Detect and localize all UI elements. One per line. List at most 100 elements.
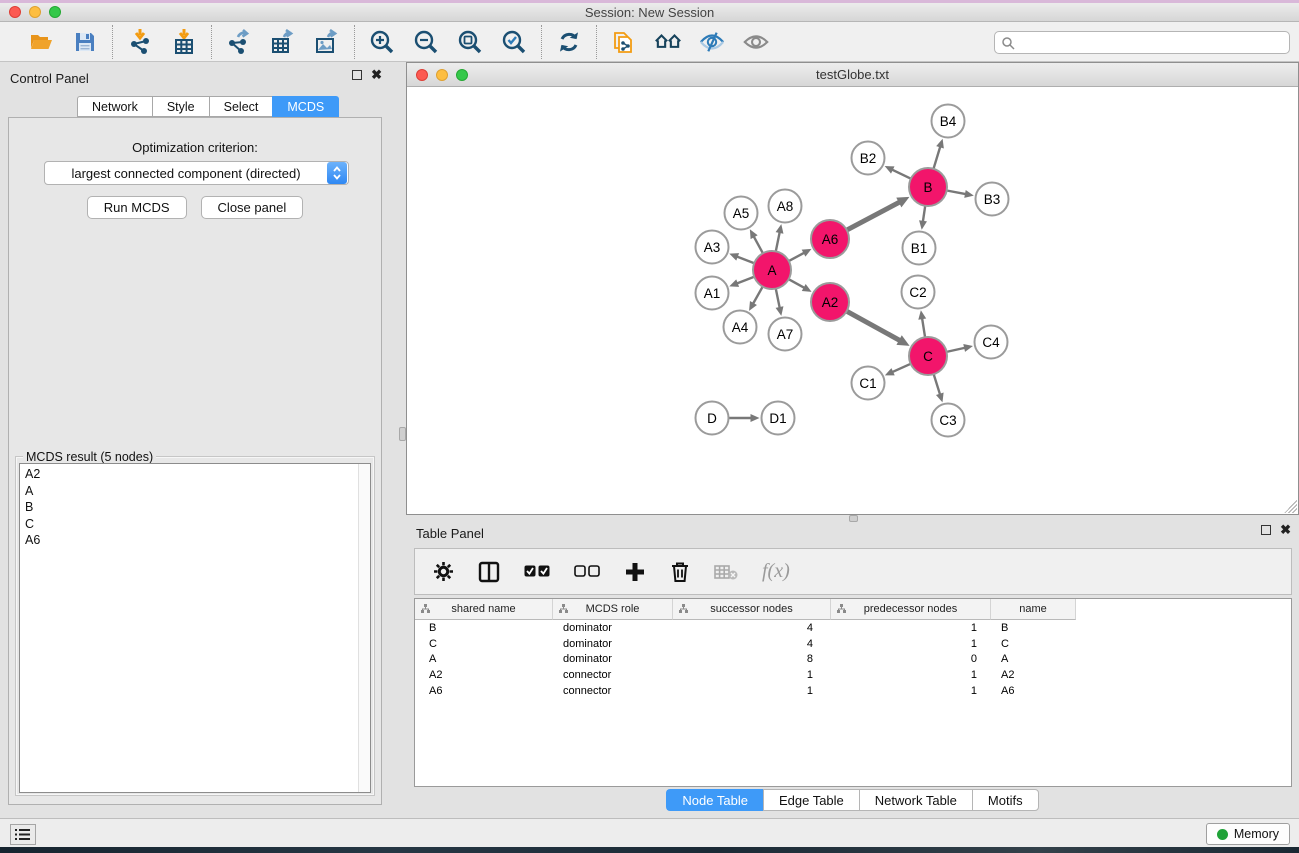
table-row[interactable]: Cdominator41C	[415, 636, 1291, 652]
column-header-mcds-role[interactable]: MCDS role	[553, 599, 673, 620]
column-header-predecessor-nodes[interactable]: predecessor nodes	[831, 599, 991, 620]
column-header-name[interactable]: name	[991, 599, 1076, 620]
graph-edge-C-C4[interactable]	[947, 347, 967, 351]
table-cell[interactable]: dominator	[553, 638, 673, 650]
graph-edge-A-A1[interactable]	[735, 277, 754, 284]
tab-select[interactable]: Select	[209, 96, 273, 117]
tab-edge-table[interactable]: Edge Table	[763, 789, 859, 811]
refresh-icon[interactable]	[556, 29, 582, 55]
table-cell[interactable]: C	[991, 638, 1076, 650]
graph-edge-A-A8[interactable]	[776, 230, 780, 251]
close-panel-icon[interactable]: ✖	[1280, 525, 1291, 535]
float-panel-icon[interactable]	[352, 70, 362, 80]
memory-button[interactable]: Memory	[1206, 823, 1290, 845]
show-all-icon[interactable]	[743, 29, 769, 55]
table-cell[interactable]: 1	[831, 638, 991, 650]
tab-style[interactable]: Style	[152, 96, 209, 117]
table-cell[interactable]: B	[415, 622, 553, 634]
table-cell[interactable]: A	[415, 653, 553, 665]
tab-node-table[interactable]: Node Table	[666, 789, 763, 811]
add-column-icon[interactable]	[624, 561, 646, 583]
column-header-successor-nodes[interactable]: successor nodes	[673, 599, 831, 620]
tab-motifs[interactable]: Motifs	[972, 789, 1039, 811]
graph-edge-A-A6[interactable]	[789, 252, 806, 261]
table-options-icon[interactable]	[433, 561, 454, 582]
table-cell[interactable]: 8	[673, 653, 831, 665]
table-cell[interactable]: A2	[415, 669, 553, 681]
graph-edge-B-B2[interactable]	[890, 169, 911, 179]
table-cell[interactable]: C	[415, 638, 553, 650]
zoom-out-icon[interactable]	[413, 29, 439, 55]
import-table-icon[interactable]	[171, 29, 197, 55]
table-cell[interactable]: connector	[553, 669, 673, 681]
export-network-icon[interactable]	[226, 29, 252, 55]
graph-edge-A6-B[interactable]	[847, 201, 902, 230]
table-cell[interactable]: 1	[673, 669, 831, 681]
graph-edge-A-A4[interactable]	[752, 287, 763, 306]
table-row[interactable]: Adominator80A	[415, 652, 1291, 668]
close-panel-button[interactable]: Close panel	[201, 196, 304, 219]
show-columns-icon[interactable]	[478, 561, 500, 583]
result-item-b[interactable]: B	[20, 499, 358, 516]
table-cell[interactable]: A2	[991, 669, 1076, 681]
graph-edge-A-A7[interactable]	[776, 289, 780, 310]
hide-selected-icon[interactable]	[699, 29, 725, 55]
search-input[interactable]	[1015, 36, 1289, 50]
result-item-a6[interactable]: A6	[20, 532, 358, 549]
table-cell[interactable]: A6	[991, 685, 1076, 697]
table-cell[interactable]: 0	[831, 653, 991, 665]
zoom-selected-icon[interactable]	[501, 29, 527, 55]
table-cell[interactable]: B	[991, 622, 1076, 634]
run-mcds-button[interactable]: Run MCDS	[87, 196, 187, 219]
graph-edge-B-B3[interactable]	[947, 191, 968, 195]
table-cell[interactable]: 4	[673, 638, 831, 650]
graph-edge-A-A5[interactable]	[753, 235, 763, 254]
table-cell[interactable]: 1	[831, 669, 991, 681]
export-image-icon[interactable]	[314, 29, 340, 55]
table-row[interactable]: A6connector11A6	[415, 683, 1291, 699]
tab-network[interactable]: Network	[77, 96, 152, 117]
tab-network-table[interactable]: Network Table	[859, 789, 972, 811]
result-item-a2[interactable]: A2	[20, 466, 358, 483]
graph-edge-C-C3[interactable]	[934, 374, 941, 396]
search-field[interactable]	[994, 31, 1290, 54]
tab-mcds[interactable]: MCDS	[272, 96, 339, 117]
task-history-button[interactable]	[10, 824, 36, 845]
graph-edge-C-C1[interactable]	[891, 364, 911, 373]
float-panel-icon[interactable]	[1261, 525, 1271, 535]
graph-edge-A-A3[interactable]	[735, 256, 754, 263]
open-session-icon[interactable]	[28, 29, 54, 55]
table-cell[interactable]: 1	[831, 622, 991, 634]
node-table[interactable]: shared nameMCDS rolesuccessor nodesprede…	[414, 598, 1292, 787]
column-header-shared-name[interactable]: shared name	[415, 599, 553, 620]
result-scrollbar[interactable]	[358, 464, 370, 792]
graph-edge-B-B4[interactable]	[934, 145, 941, 169]
import-network-icon[interactable]	[127, 29, 153, 55]
table-cell[interactable]: A	[991, 653, 1076, 665]
graph-edge-A2-C[interactable]	[847, 311, 903, 342]
save-session-icon[interactable]	[72, 29, 98, 55]
table-cell[interactable]: 1	[673, 685, 831, 697]
vertical-splitter-handle[interactable]	[399, 427, 406, 441]
close-panel-icon[interactable]: ✖	[371, 70, 382, 80]
zoom-fit-icon[interactable]	[457, 29, 483, 55]
select-all-checks-icon[interactable]	[524, 565, 550, 578]
export-table-icon[interactable]	[270, 29, 296, 55]
mcds-result-list[interactable]: A2ABCA6	[19, 463, 371, 793]
deselect-all-checks-icon[interactable]	[574, 565, 600, 578]
table-row[interactable]: Bdominator41B	[415, 620, 1291, 636]
table-cell[interactable]: connector	[553, 685, 673, 697]
table-cell[interactable]: dominator	[553, 622, 673, 634]
zoom-in-icon[interactable]	[369, 29, 395, 55]
network-window-titlebar[interactable]: testGlobe.txt	[407, 63, 1298, 87]
table-row[interactable]: A2connector11A2	[415, 667, 1291, 683]
delete-column-icon[interactable]	[670, 561, 690, 583]
network-canvas[interactable]: B4B2BB3A5A8A6B1A3AC2A1A2A4A7C4CC1DD1C3	[407, 87, 1298, 514]
resize-grip-icon[interactable]	[1284, 500, 1297, 513]
table-cell[interactable]: A6	[415, 685, 553, 697]
home-views-icon[interactable]	[655, 29, 681, 55]
criterion-dropdown[interactable]: largest connected component (directed)	[44, 161, 349, 185]
graph-edge-C-C2[interactable]	[922, 317, 925, 338]
table-cell[interactable]: dominator	[553, 653, 673, 665]
graph-edge-A-A2[interactable]	[789, 279, 806, 289]
